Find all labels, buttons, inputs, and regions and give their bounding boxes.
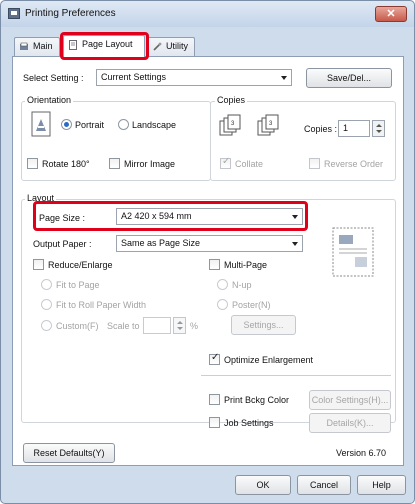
tab-utility-label: Utility: [166, 41, 188, 51]
reverse-order-label: Reverse Order: [324, 159, 384, 169]
collate-stack-icon-2: 3: [257, 114, 279, 136]
copies-label: Copies :: [304, 124, 338, 134]
orientation-group-label: Orientation: [25, 95, 74, 105]
copies-group-label: Copies: [215, 95, 248, 105]
chevron-down-icon: [292, 242, 298, 246]
details-button[interactable]: Details(K)...: [309, 413, 391, 433]
layout-separator: [201, 375, 391, 376]
title-bar: Printing Preferences ✕: [1, 1, 414, 27]
help-button[interactable]: Help: [357, 475, 406, 495]
scale-input[interactable]: [143, 317, 171, 334]
n-up-radio[interactable]: [217, 279, 228, 290]
scale-to-label: Scale to: [107, 321, 140, 331]
tab-utility[interactable]: Utility: [147, 37, 195, 57]
cancel-button[interactable]: Cancel: [297, 475, 351, 495]
print-bckg-label: Print Bckg Color: [224, 395, 290, 405]
reduce-enlarge-label: Reduce/Enlarge: [48, 260, 113, 270]
chevron-down-icon: [281, 76, 287, 80]
copies-spinner[interactable]: [372, 120, 385, 137]
printing-preferences-window: Printing Preferences ✕ Main Page Layout …: [0, 0, 415, 504]
collate-label: Collate: [235, 159, 264, 169]
select-setting-combo[interactable]: Current Settings: [96, 69, 292, 86]
utility-icon: [153, 42, 162, 51]
fit-to-page-radio[interactable]: [41, 279, 52, 290]
fit-to-roll-label: Fit to Roll Paper Width: [56, 300, 147, 310]
copies-value: 1: [343, 123, 349, 133]
tab-highlight: [60, 32, 149, 60]
landscape-radio[interactable]: [118, 119, 129, 130]
close-button[interactable]: ✕: [375, 6, 407, 22]
custom-radio[interactable]: [41, 320, 52, 331]
job-settings-label: Job Settings: [224, 418, 274, 428]
output-paper-label: Output Paper :: [33, 239, 92, 249]
collate-stack-icon: 3: [219, 114, 241, 136]
color-settings-button[interactable]: Color Settings(H)...: [309, 390, 391, 410]
reduce-enlarge-checkbox[interactable]: [33, 259, 44, 270]
multi-page-label: Multi-Page: [224, 260, 268, 270]
reverse-order-checkbox[interactable]: [309, 158, 320, 169]
output-paper-combo[interactable]: Same as Page Size: [116, 235, 303, 252]
rotate-180-checkbox[interactable]: [27, 158, 38, 169]
select-setting-label: Select Setting :: [23, 73, 84, 83]
fit-to-roll-radio[interactable]: [41, 299, 52, 310]
portrait-label: Portrait: [75, 120, 105, 130]
multi-page-settings-button[interactable]: Settings...: [231, 315, 296, 335]
printer-icon: [8, 8, 20, 19]
reset-defaults-button[interactable]: Reset Defaults(Y): [23, 443, 115, 463]
tab-main-label: Main: [33, 41, 53, 51]
scale-spinner[interactable]: [173, 317, 186, 334]
ok-button[interactable]: OK: [235, 475, 291, 495]
version-label: Version 6.70: [336, 448, 387, 458]
n-up-label: N-up: [232, 280, 252, 290]
multi-page-checkbox[interactable]: [209, 259, 220, 270]
landscape-label: Landscape: [132, 120, 177, 130]
save-del-button[interactable]: Save/Del...: [306, 68, 392, 88]
output-paper-value: Same as Page Size: [121, 238, 201, 248]
select-setting-value: Current Settings: [101, 72, 167, 82]
poster-radio[interactable]: [217, 299, 228, 310]
copies-input[interactable]: 1: [338, 120, 370, 137]
scale-unit: %: [190, 321, 199, 331]
poster-label: Poster(N): [232, 300, 271, 310]
page-size-highlight: [33, 201, 308, 231]
collate-checkbox[interactable]: [220, 156, 231, 169]
page-layout-panel: Select Setting : Current Settings Save/D…: [12, 56, 404, 466]
print-bckg-checkbox[interactable]: [209, 394, 220, 405]
optimize-enlargement-checkbox[interactable]: [209, 352, 220, 365]
fit-to-page-label: Fit to Page: [56, 280, 100, 290]
main-tab-icon: [20, 42, 28, 50]
window-title: Printing Preferences: [25, 8, 116, 19]
portrait-preview-icon: [31, 111, 51, 137]
job-settings-checkbox[interactable]: [209, 417, 220, 428]
mirror-image-label: Mirror Image: [124, 159, 176, 169]
mirror-image-checkbox[interactable]: [109, 158, 120, 169]
optimize-enlargement-label: Optimize Enlargement: [224, 355, 314, 365]
paper-preview-icon: [332, 227, 374, 277]
portrait-radio[interactable]: [61, 119, 72, 130]
custom-label: Custom(F): [56, 321, 99, 331]
tab-main[interactable]: Main: [14, 37, 60, 57]
rotate-180-label: Rotate 180°: [42, 159, 90, 169]
